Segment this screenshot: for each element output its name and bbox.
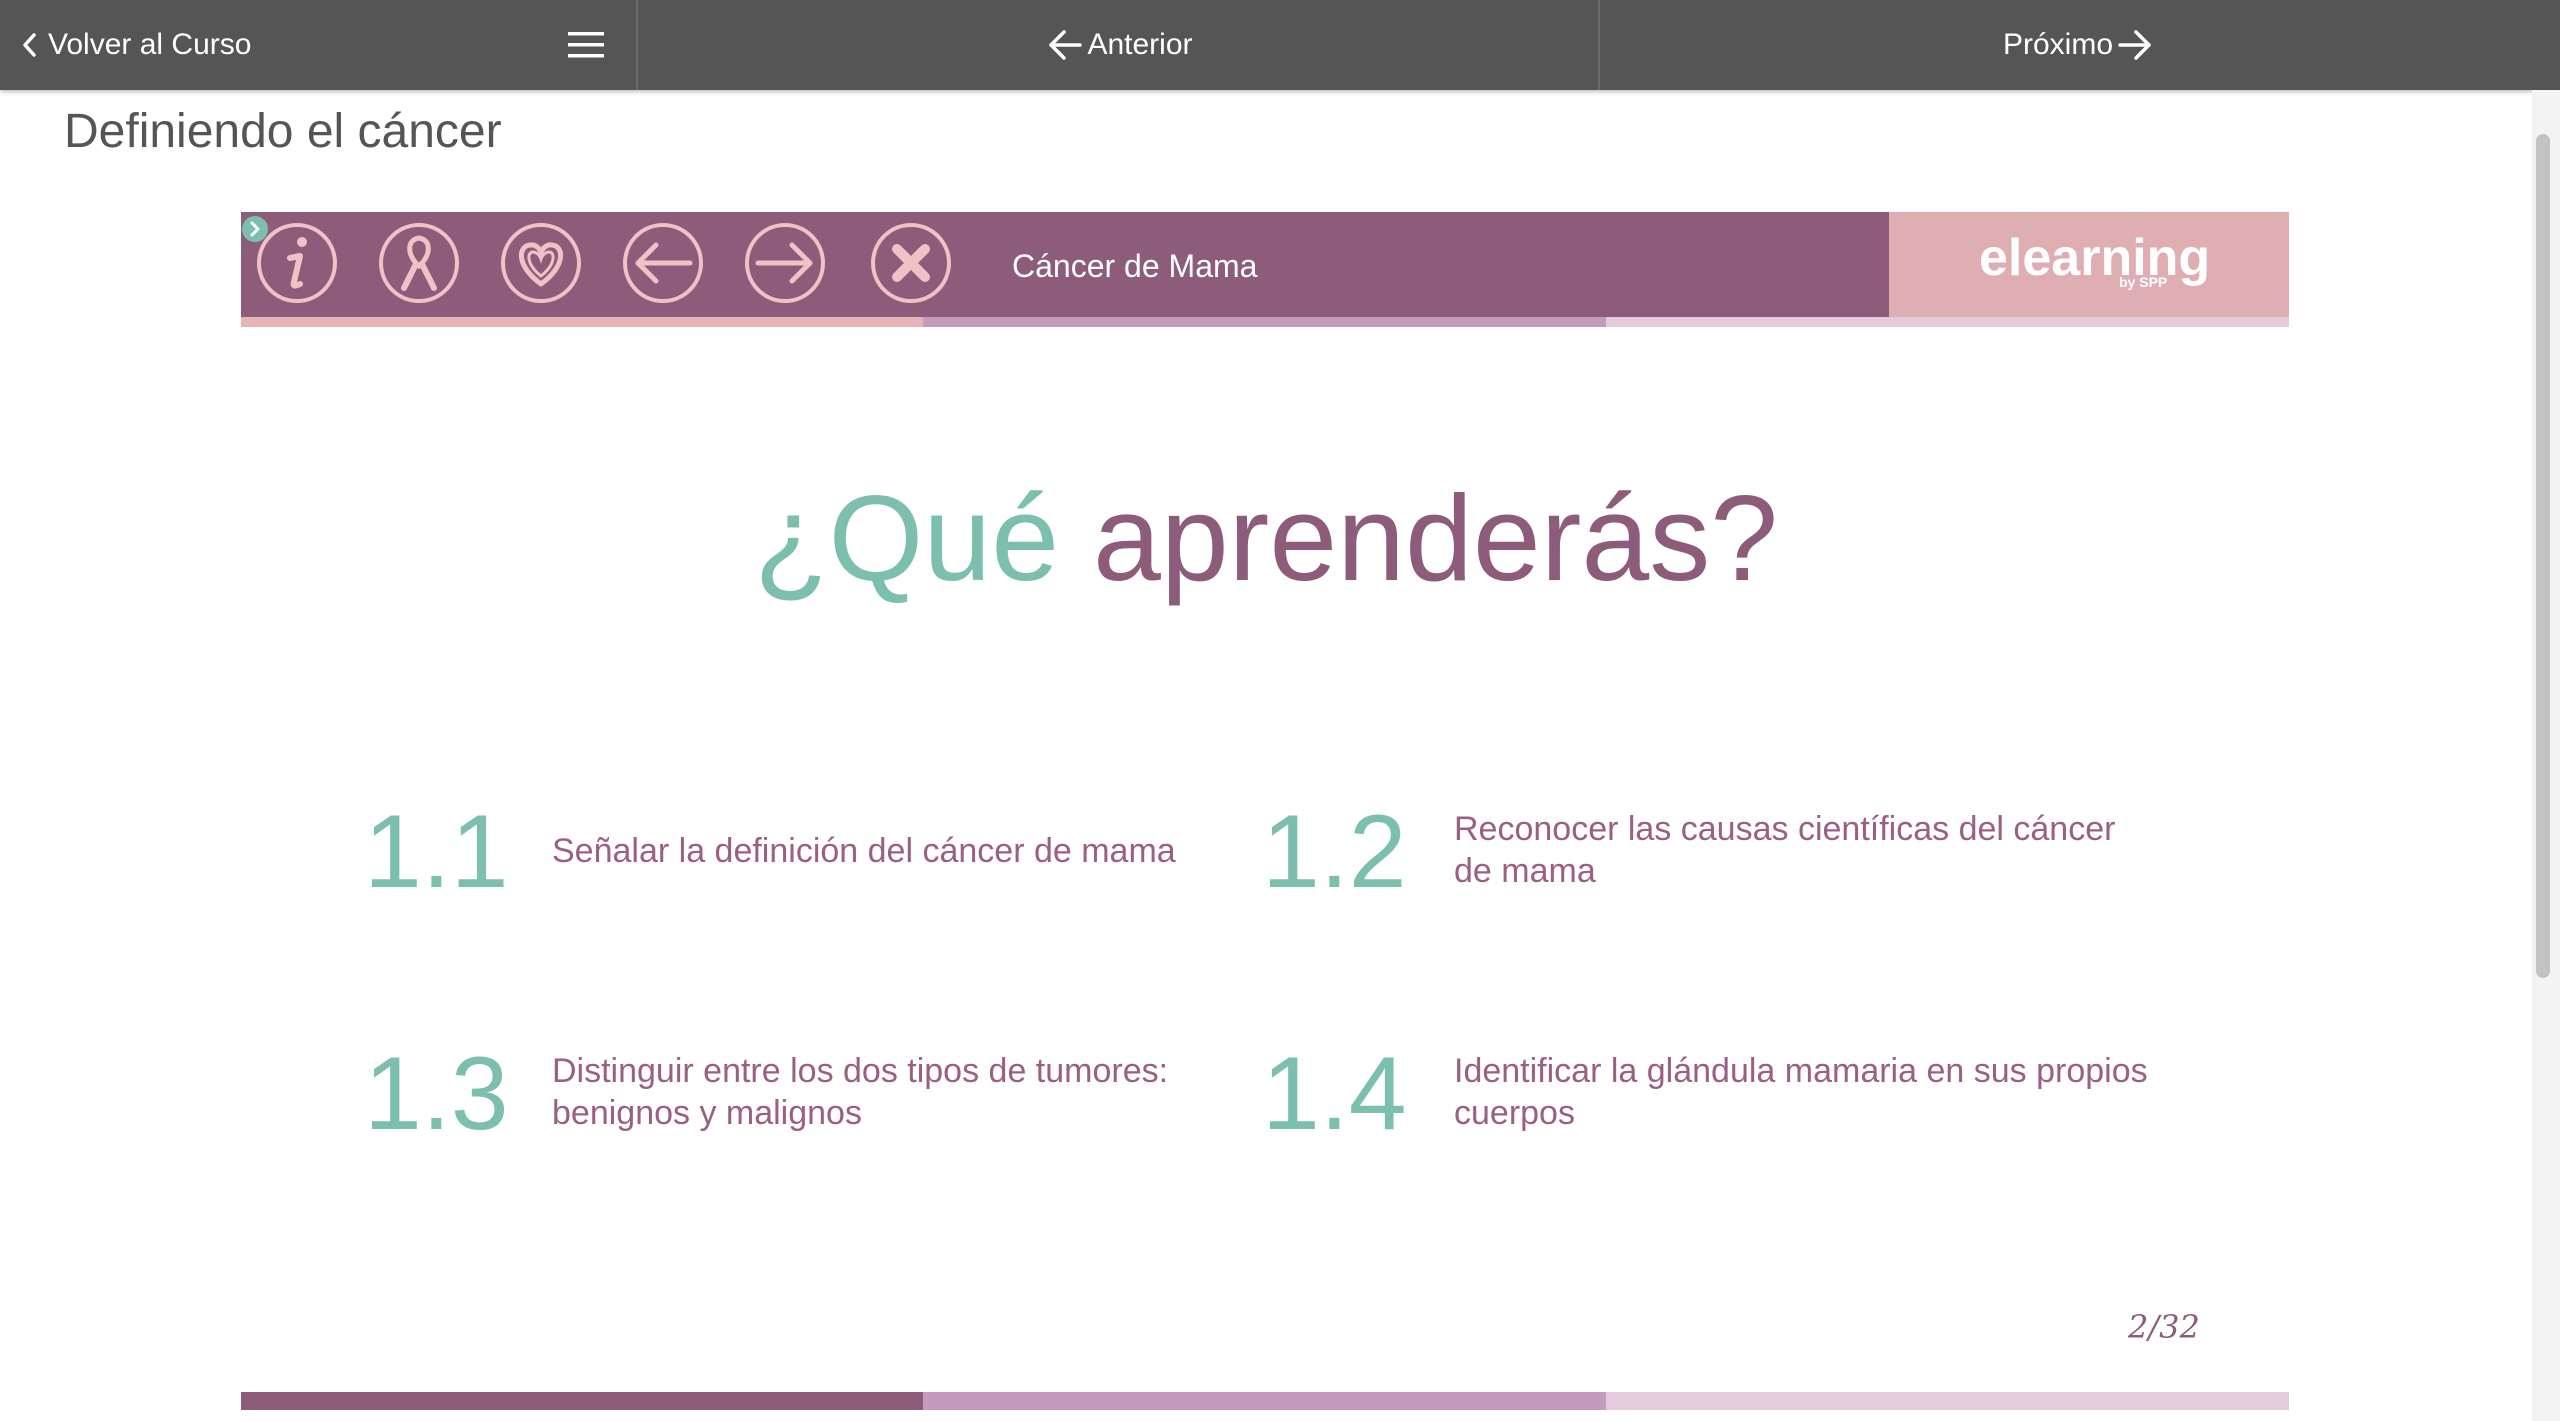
progress-stripe-top-1 (241, 317, 923, 327)
objective-text: Señalar la definición del cáncer de mama (552, 832, 1176, 870)
headline-que: ¿Qué (753, 470, 1060, 606)
objective-text: Identificar la glándula mamaria en sus p… (1454, 1052, 2148, 1132)
logo-text: elearning (1979, 229, 2211, 287)
close-icon[interactable] (866, 218, 956, 308)
menu-icon[interactable] (566, 28, 606, 62)
headline-aprenderas: aprenderás? (1092, 470, 1779, 606)
heart-icon[interactable] (496, 218, 586, 308)
scrollbar-thumb[interactable] (2536, 134, 2550, 978)
chevron-left-icon (23, 33, 36, 57)
previous-label: Anterior (1087, 28, 1193, 61)
logo-subtext: by SPP (2119, 274, 2168, 290)
progress-stripe-bottom-3 (1606, 1392, 2289, 1410)
elearning-logo: elearning by SPP (1889, 212, 2289, 317)
progress-stripe-bottom-2 (923, 1392, 1606, 1410)
objective-number: 1.3 (364, 1036, 509, 1152)
next-button[interactable]: Próximo (2003, 28, 2157, 62)
objective-number: 1.4 (1262, 1036, 1407, 1152)
arrow-left-icon (1049, 30, 1083, 60)
top-nav-bar: Volver al Curso Anterior Próximo (0, 0, 2560, 90)
arrow-left-circle-icon[interactable] (618, 218, 708, 308)
progress-stripe-top-2 (923, 317, 1606, 327)
slide-page-counter: 2/32 (2128, 1308, 2200, 1346)
objective-number: 1.1 (364, 794, 509, 910)
back-section: Volver al Curso (0, 0, 638, 90)
objective-text: Reconocer las causas científicas del cán… (1454, 810, 2116, 890)
objective-text: Distinguir entre los dos tipos de tumore… (552, 1052, 1169, 1132)
info-icon[interactable] (252, 218, 342, 308)
objective-number: 1.2 (1262, 794, 1407, 910)
progress-stripe-top-3 (1606, 317, 2289, 327)
next-label: Próximo (2002, 28, 2114, 61)
previous-section: Anterior (638, 0, 1600, 90)
previous-button[interactable]: Anterior (1043, 28, 1193, 62)
arrow-right-icon (2118, 30, 2151, 60)
back-to-course-button[interactable]: Volver al Curso (22, 28, 251, 62)
ribbon-icon[interactable] (374, 218, 464, 308)
next-section: Próximo (1600, 0, 2560, 90)
slide-header-title: Cáncer de Mama (1012, 248, 1258, 284)
page-title: Definiendo el cáncer (64, 105, 502, 158)
slide-headline: ¿Qué aprenderás? (0, 468, 2532, 608)
progress-stripe-bottom-1 (241, 1392, 923, 1410)
arrow-right-circle-icon[interactable] (740, 218, 830, 308)
back-to-course-label: Volver al Curso (48, 28, 252, 61)
